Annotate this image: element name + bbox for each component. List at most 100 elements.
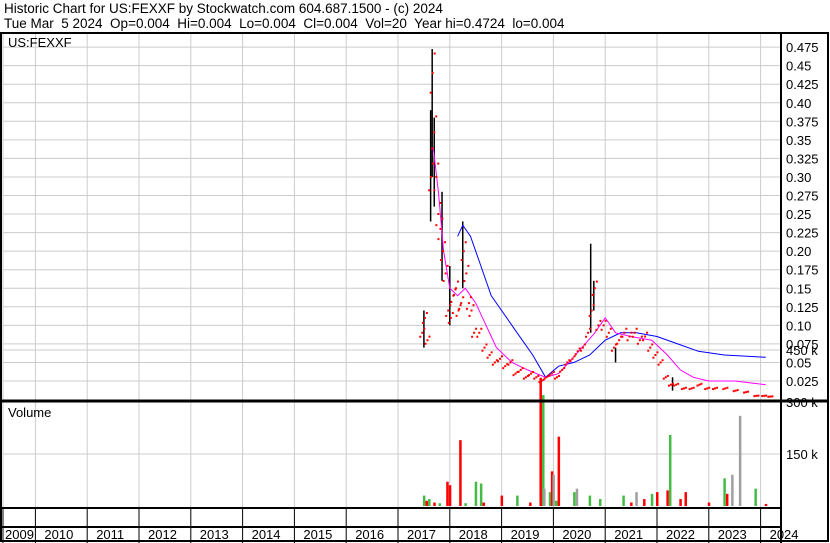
price-point <box>633 331 636 334</box>
price-point <box>423 316 426 319</box>
price-point <box>524 376 527 379</box>
price-point <box>682 387 685 390</box>
year-label: 2017 <box>407 527 436 542</box>
price-point <box>696 384 699 387</box>
volume-bar <box>650 493 654 506</box>
volume-bar <box>573 492 576 506</box>
price-point <box>623 331 626 334</box>
price-point <box>593 287 596 290</box>
price-point <box>765 394 768 397</box>
price-point <box>563 367 566 370</box>
price-point <box>465 272 468 275</box>
stock-chart: Historic Chart for US:FEXXF by Stockwatc… <box>0 0 830 543</box>
price-point <box>736 389 739 392</box>
price-point <box>472 304 475 307</box>
price-point <box>467 264 470 267</box>
volume-bar <box>543 488 546 506</box>
volume-bar <box>723 478 726 506</box>
price-point <box>451 312 454 315</box>
price-point <box>463 279 466 282</box>
price-point <box>659 361 662 364</box>
price-point <box>419 335 422 338</box>
year-label: 2010 <box>44 527 73 542</box>
price-point <box>507 363 510 366</box>
volume-bar <box>482 502 485 506</box>
price-point <box>726 386 729 389</box>
price-point <box>590 309 593 312</box>
price-point <box>604 319 607 322</box>
price-point <box>442 250 445 253</box>
price-point <box>456 280 459 283</box>
price-point <box>630 331 633 334</box>
volume-bar <box>479 483 483 506</box>
price-point <box>642 339 645 342</box>
price-point <box>512 374 515 377</box>
volume-bar <box>529 502 532 506</box>
price-point <box>424 342 427 345</box>
price-point <box>597 324 600 327</box>
price-point <box>675 383 678 386</box>
symbol-label: US:FEXXF <box>8 35 72 50</box>
price-point <box>450 300 453 303</box>
price-point <box>587 331 590 334</box>
volume-bar <box>731 474 734 506</box>
price-point <box>452 293 455 296</box>
volume-bar <box>622 495 625 506</box>
price-point <box>647 349 650 352</box>
price-point <box>478 331 481 334</box>
price-point <box>571 357 574 360</box>
volume-bar <box>588 495 592 506</box>
price-point <box>763 394 766 397</box>
price-point <box>440 259 443 262</box>
price-point <box>646 331 649 334</box>
price-point <box>578 347 581 350</box>
price-point <box>435 224 438 227</box>
volume-bar <box>433 502 436 506</box>
price-point <box>428 189 431 192</box>
price-point <box>605 335 608 338</box>
price-point <box>566 361 569 364</box>
price-point <box>423 327 426 330</box>
price-point <box>449 304 452 307</box>
price-point <box>437 213 440 216</box>
price-point <box>435 115 438 118</box>
price-point <box>599 319 602 322</box>
price-point <box>517 370 520 373</box>
price-point <box>747 390 750 393</box>
price-point <box>433 52 436 55</box>
price-point <box>704 388 707 391</box>
volume-bar <box>725 493 729 506</box>
price-point <box>690 387 693 390</box>
price-point <box>581 346 584 349</box>
price-point <box>579 349 582 352</box>
price-point <box>553 377 556 380</box>
price-point <box>612 346 615 349</box>
price-point <box>618 339 621 342</box>
price-point <box>592 304 595 307</box>
price-point <box>540 380 543 382</box>
price-point <box>628 335 631 338</box>
price-point <box>715 386 718 389</box>
price-point <box>429 91 432 94</box>
price-point <box>465 307 468 310</box>
price-point <box>640 335 643 338</box>
price-point <box>574 353 577 356</box>
price-point <box>501 355 504 358</box>
volume-bar <box>474 481 478 506</box>
price-point <box>545 376 548 379</box>
price-point <box>607 331 610 334</box>
price-point <box>459 304 462 307</box>
price-point <box>769 395 772 398</box>
price-point <box>745 391 748 394</box>
price-point <box>673 384 676 387</box>
volume-bar <box>754 488 757 506</box>
volume-bar <box>666 490 669 506</box>
price-point <box>552 371 555 374</box>
volume-bar <box>707 502 711 506</box>
price-tick-label: 0.025 <box>786 374 819 389</box>
price-point <box>700 382 703 385</box>
price-point <box>483 346 486 349</box>
price-point <box>616 342 619 345</box>
price-tick-label: 0.40 <box>786 96 811 111</box>
price-point <box>435 175 438 178</box>
